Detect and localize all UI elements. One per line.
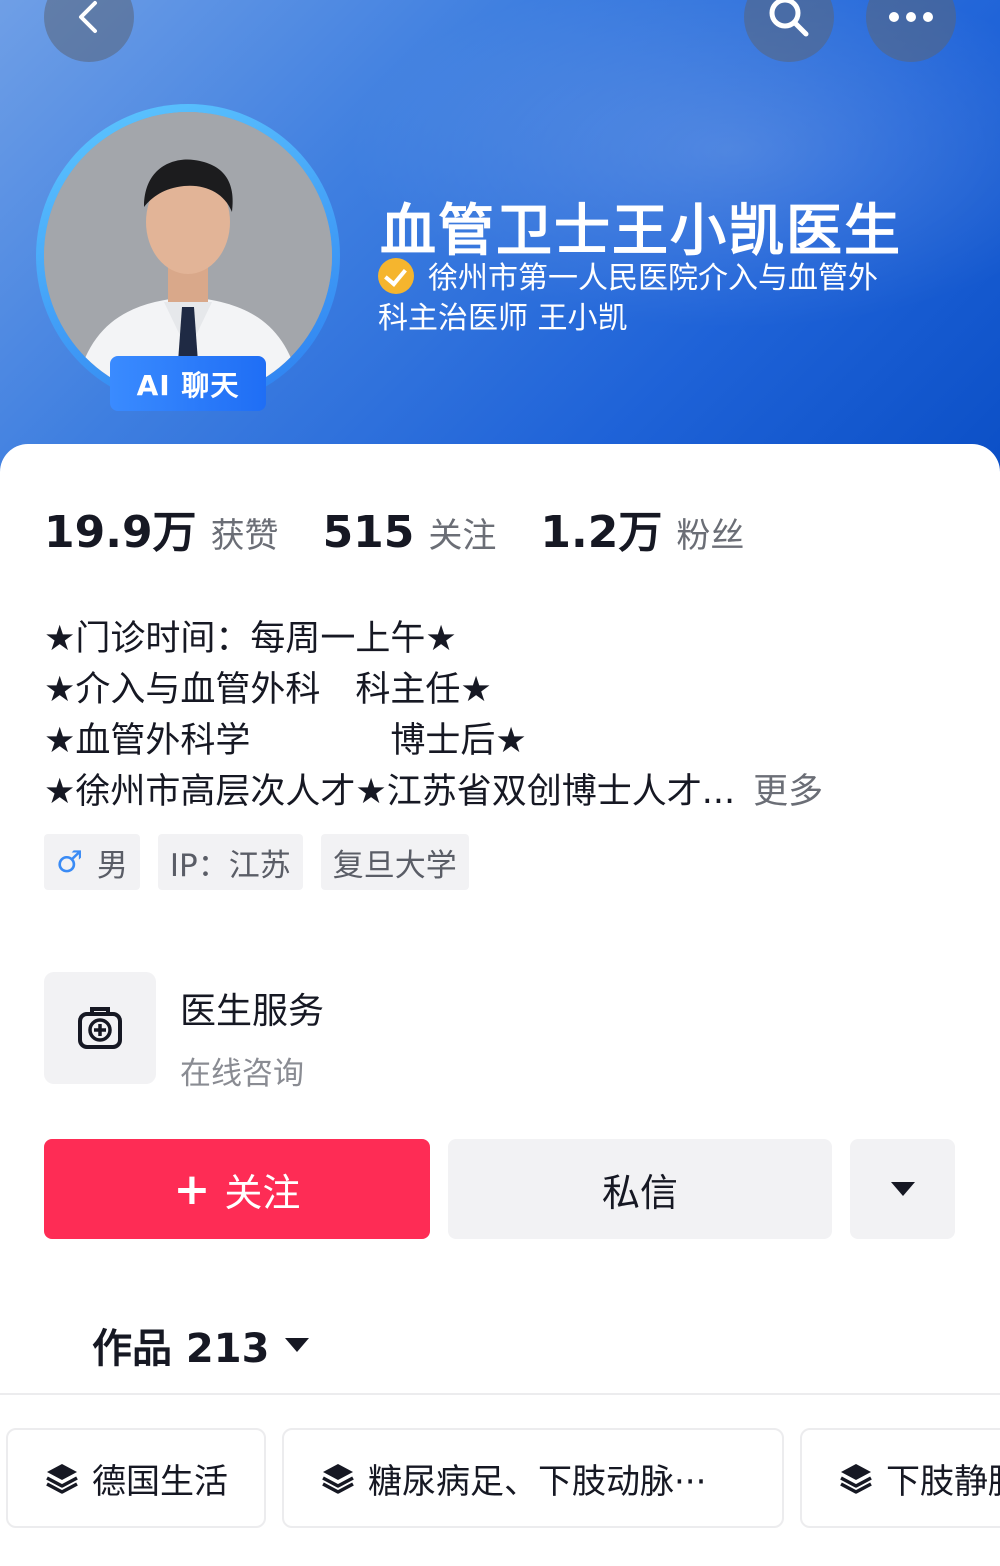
bio-line: ★介入与血管外科 科主任★ — [44, 670, 492, 710]
back-icon — [79, 1, 97, 33]
bio-more-link[interactable]: 更多 — [753, 772, 823, 812]
tag-row: ♂ 男 IP：江苏 复旦大学 — [44, 834, 487, 890]
tag-label: 复旦大学 — [332, 847, 457, 884]
layers-icon — [44, 1460, 80, 1496]
collection-label: 德国生活 — [92, 1461, 228, 1502]
bio: ★门诊时间：每周一上午★ ★介入与血管外科 科主任★ ★血管外科学 博士后★ ★… — [44, 614, 944, 818]
tab-works[interactable]: 作品 213 — [92, 1316, 310, 1374]
stat-following[interactable]: 515 关注 — [323, 507, 497, 558]
stat-likes[interactable]: 19.9万 获赞 — [44, 496, 279, 560]
works-label: 作品 213 — [92, 1326, 270, 1372]
service-title: 医生服务 — [180, 991, 325, 1032]
bio-line: ★门诊时间：每周一上午★ — [44, 619, 457, 659]
service-subtitle: 在线咨询 — [180, 1056, 304, 1092]
collection-label: 糖尿病足、下肢动脉··· — [368, 1461, 707, 1502]
stat-value: 19.9万 — [44, 507, 197, 558]
stat-value: 1.2万 — [540, 507, 663, 558]
recommend-dropdown-button[interactable] — [850, 1139, 955, 1239]
bio-line: ★徐州市高层次人才★江苏省双创博士人才... — [44, 772, 736, 812]
cert-line-1: 徐州市第一人民医院介入与血管外 — [428, 261, 878, 296]
service-text: 医生服务 在线咨询 — [180, 972, 325, 1092]
ai-chat-badge[interactable]: AI 聊天 — [110, 356, 266, 411]
message-button[interactable]: 私信 — [448, 1139, 832, 1239]
stat-value: 515 — [322, 507, 415, 558]
cert-line-2: 科主治医师 王小凯 — [378, 301, 628, 336]
tag-gender: ♂ 男 — [44, 834, 140, 890]
collection-item[interactable]: 下肢静脉 — [800, 1428, 1000, 1528]
stat-label: 关注 — [428, 516, 497, 556]
back-button[interactable] — [44, 0, 134, 62]
follow-button[interactable]: + 关注 — [44, 1139, 430, 1239]
profile-header: AI 聊天 血管卫士王小凯医生 徐州市第一人民医院介入与血管外 科主治医师 王小… — [0, 0, 1000, 480]
collection-item[interactable]: 德国生活 — [6, 1428, 266, 1528]
stats-row: 19.9万 获赞 515 关注 1.2万 粉丝 — [44, 496, 788, 560]
divider — [0, 1393, 1000, 1395]
service-icon-box — [44, 972, 156, 1084]
doctor-service[interactable]: 医生服务 在线咨询 — [44, 972, 644, 1092]
verified-icon — [378, 258, 414, 294]
bio-line-last: ★徐州市高层次人才★江苏省双创博士人才... 更多 — [44, 767, 944, 818]
stat-label: 粉丝 — [676, 516, 745, 556]
tag-ip: IP：江苏 — [157, 834, 303, 890]
tag-school[interactable]: 复旦大学 — [320, 834, 469, 890]
caret-down-icon — [285, 1338, 310, 1352]
male-icon: ♂ — [56, 844, 83, 880]
stat-label: 获赞 — [210, 516, 279, 556]
more-button[interactable] — [866, 0, 956, 62]
collection-list: 德国生活 糖尿病足、下肢动脉··· 下肢静脉 — [6, 1428, 1000, 1528]
medical-kit-icon — [78, 1007, 122, 1049]
search-button[interactable] — [744, 0, 834, 62]
tag-label: 男 — [96, 847, 128, 884]
tag-label: IP：江苏 — [169, 847, 291, 884]
bio-line: ★血管外科学 博士后★ — [44, 721, 527, 761]
collection-item[interactable]: 糖尿病足、下肢动脉··· — [282, 1428, 784, 1528]
search-icon — [769, 0, 809, 37]
profile-name: 血管卫士王小凯医生 — [380, 199, 902, 264]
more-icon — [889, 12, 933, 22]
plus-icon: + — [173, 1163, 211, 1215]
layers-icon — [838, 1460, 874, 1496]
certification: 徐州市第一人民医院介入与血管外 科主治医师 王小凯 — [378, 258, 938, 339]
follow-label: 关注 — [224, 1170, 301, 1215]
layers-icon — [320, 1460, 356, 1496]
message-label: 私信 — [601, 1170, 678, 1215]
collection-label: 下肢静脉 — [886, 1461, 1000, 1502]
caret-down-icon — [890, 1182, 915, 1196]
stat-followers[interactable]: 1.2万 粉丝 — [540, 496, 744, 560]
